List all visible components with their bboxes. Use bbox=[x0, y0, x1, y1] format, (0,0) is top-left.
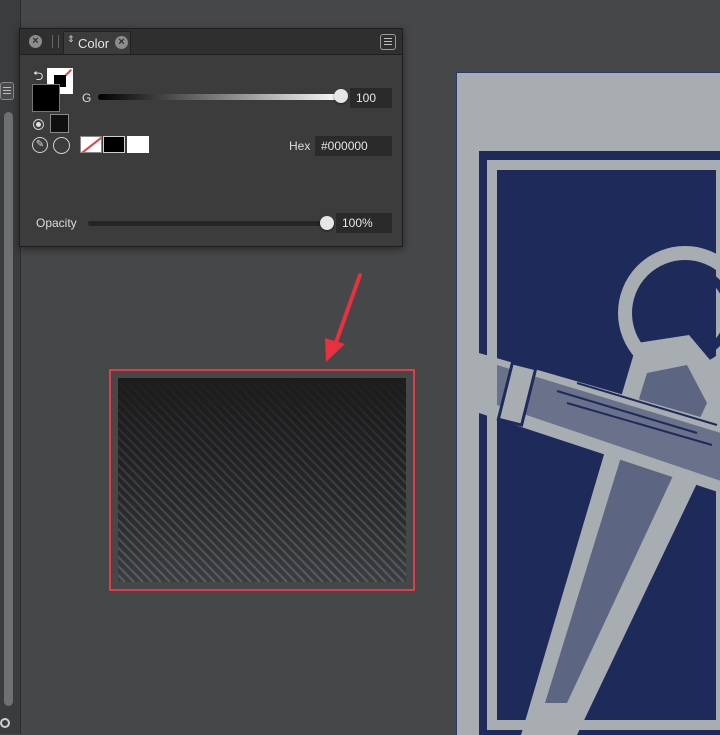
tab-color-label: Color bbox=[78, 36, 110, 51]
color-wheel-icon[interactable] bbox=[53, 137, 70, 154]
zoom-icon[interactable] bbox=[0, 718, 10, 728]
swatch-none[interactable] bbox=[80, 136, 102, 153]
opacity-slider[interactable] bbox=[88, 221, 328, 226]
panel-menu-icon[interactable] bbox=[380, 34, 396, 50]
panel-tab-bar: × ⇕ Color × bbox=[20, 29, 402, 55]
opacity-label: Opacity bbox=[36, 216, 77, 230]
eyedropper-icon[interactable]: ✎ bbox=[32, 137, 48, 153]
tab-sort-icon: ⇕ bbox=[67, 34, 75, 44]
highlighted-preview bbox=[109, 369, 415, 591]
annotation-arrow bbox=[325, 273, 362, 362]
close-tab-icon[interactable]: × bbox=[115, 36, 128, 49]
toolbar-menu-icon[interactable] bbox=[0, 82, 14, 100]
tab-color[interactable]: ⇕ Color × bbox=[63, 31, 131, 54]
hatched-gradient-preview bbox=[118, 378, 406, 582]
color-panel: × ⇕ Color × ⮌ ✎ G 100 Hex #000000 Opacit… bbox=[19, 28, 403, 247]
artboard bbox=[456, 72, 720, 735]
drag-grip-icon[interactable] bbox=[52, 35, 59, 48]
g-channel-slider[interactable] bbox=[98, 94, 344, 100]
left-toolbar bbox=[0, 0, 21, 734]
g-value-field[interactable]: 100 bbox=[350, 88, 392, 108]
current-color-chip[interactable] bbox=[50, 114, 69, 133]
swatch-white[interactable] bbox=[127, 136, 149, 153]
swatch-black[interactable] bbox=[103, 136, 125, 153]
fill-color-swatch[interactable] bbox=[32, 84, 60, 112]
g-channel-label: G bbox=[82, 91, 92, 105]
fill-mode-radio[interactable] bbox=[33, 119, 44, 130]
vertical-scrollbar[interactable] bbox=[4, 112, 13, 706]
opacity-slider-knob[interactable] bbox=[320, 216, 334, 230]
hex-input[interactable]: #000000 bbox=[315, 136, 392, 156]
close-panel-icon[interactable]: × bbox=[29, 35, 42, 48]
opacity-value-field[interactable]: 100% bbox=[336, 213, 392, 233]
sword-artwork bbox=[479, 151, 720, 735]
hex-label: Hex bbox=[289, 139, 311, 153]
g-slider-knob[interactable] bbox=[334, 89, 348, 103]
